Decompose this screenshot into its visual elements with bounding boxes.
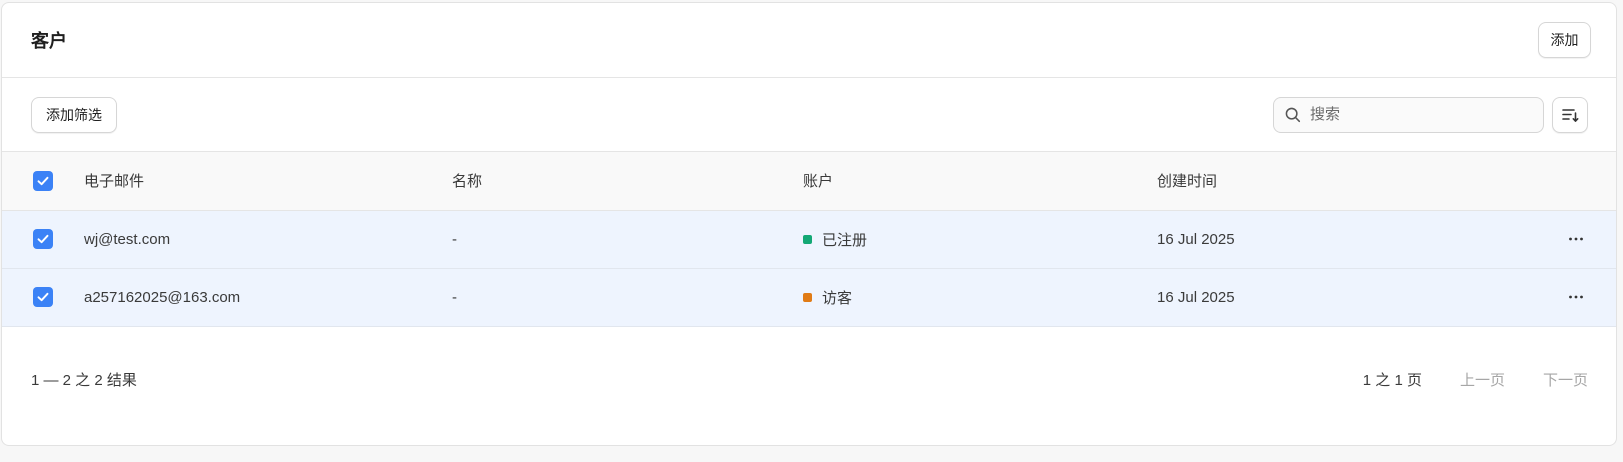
created-cell: 16 Jul 2025 (1157, 288, 1235, 306)
account-status-label: 已注册 (822, 231, 868, 249)
search-box[interactable] (1273, 96, 1544, 133)
status-dot (803, 234, 812, 244)
table-toolbar: 添加筛选 (2, 78, 1616, 152)
table-row[interactable]: wj@test.com - 已注册 16 Jul 2025 (2, 210, 1616, 268)
table-header: 电子邮件 名称 账户 创建时间 (2, 152, 1616, 210)
page-info: 1 之 1 页 (1362, 372, 1422, 389)
more-actions-icon[interactable] (1566, 287, 1586, 307)
row-checkbox[interactable] (33, 229, 53, 249)
row-checkbox[interactable] (33, 287, 53, 307)
prev-page-button[interactable]: 上一页 (1460, 369, 1505, 390)
search-input[interactable] (1310, 106, 1510, 123)
name-cell: - (452, 230, 457, 248)
account-status: 访客 (803, 287, 852, 308)
actions-cell (1556, 268, 1616, 326)
add-button[interactable]: 添加 (1538, 22, 1591, 58)
table-header-row: 电子邮件 名称 账户 创建时间 (2, 152, 1616, 210)
sort-icon (1562, 108, 1579, 122)
select-all-checkbox[interactable] (33, 170, 53, 191)
table-body: wj@test.com - 已注册 16 Jul 2025 a257162025… (2, 210, 1616, 326)
column-header-created[interactable]: 创建时间 (1157, 152, 1556, 210)
account-status-label: 访客 (822, 289, 853, 307)
sort-button[interactable] (1552, 96, 1588, 133)
page-header: 客户 添加 (2, 3, 1616, 78)
created-cell: 16 Jul 2025 (1157, 230, 1235, 248)
row-select-cell (2, 268, 84, 326)
column-header-account[interactable]: 账户 (803, 152, 1157, 210)
actions-cell (1556, 210, 1616, 268)
table-footer: 1 — 2 之 2 结果 1 之 1 页 上一页 下一页 (2, 327, 1616, 433)
page-background (0, 446, 1623, 462)
page-title: 客户 (31, 31, 67, 51)
check-icon (37, 176, 49, 185)
next-page-button[interactable]: 下一页 (1543, 369, 1588, 390)
select-all-cell (2, 152, 84, 210)
customers-card: 客户 添加 添加筛选 搜索 电子邮件 名称 账户 创建时间 wj@test.co… (1, 2, 1617, 446)
more-actions-icon[interactable] (1566, 229, 1586, 249)
row-select-cell (2, 210, 84, 268)
column-header-name[interactable]: 名称 (452, 152, 803, 210)
name-cell: - (452, 288, 457, 306)
add-filter-button[interactable]: 添加筛选 (31, 96, 117, 133)
check-icon (37, 234, 49, 244)
customers-table: 电子邮件 名称 账户 创建时间 wj@test.com - 已注册 16 Jul… (2, 152, 1616, 327)
email-cell: a257162025@163.com (84, 288, 241, 306)
account-cell: 访客 (803, 268, 1157, 326)
status-dot (803, 292, 812, 302)
email-cell: wj@test.com (84, 230, 171, 248)
check-icon (37, 292, 49, 302)
search-icon (1285, 107, 1301, 122)
pagination: 1 之 1 页 上一页 下一页 (1363, 369, 1588, 390)
column-header-email[interactable]: 电子邮件 (84, 152, 452, 210)
account-cell: 已注册 (803, 210, 1157, 268)
account-status: 已注册 (803, 229, 867, 250)
table-row[interactable]: a257162025@163.com - 访客 16 Jul 2025 (2, 268, 1616, 326)
toolbar-right (1273, 96, 1588, 133)
column-header-actions (1556, 152, 1616, 210)
results-count: 1 — 2 之 2 结果 (31, 372, 137, 389)
